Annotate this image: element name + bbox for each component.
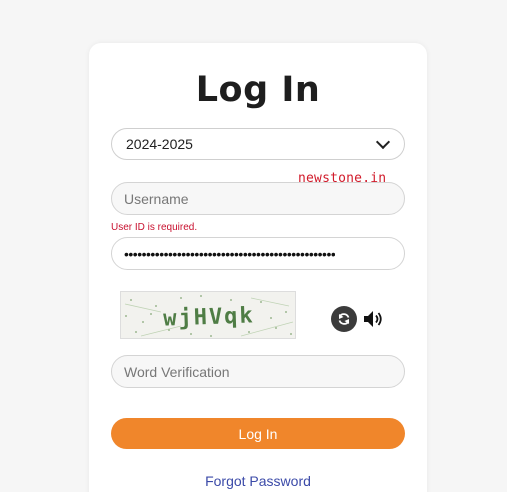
chevron-down-icon xyxy=(375,134,391,150)
password-value: ••••••••••••••••••••••••••••••••••••••••… xyxy=(124,245,336,262)
username-error: User ID is required. xyxy=(111,222,198,233)
username-input[interactable]: Username xyxy=(111,182,405,215)
captcha-image: wjHVqk xyxy=(120,291,296,339)
page-title: Log In xyxy=(195,70,321,110)
login-button[interactable]: Log In xyxy=(111,418,405,449)
refresh-captcha-button[interactable] xyxy=(331,306,357,332)
speaker-icon xyxy=(364,311,382,327)
session-select-value: 2024-2025 xyxy=(126,136,193,152)
password-input[interactable]: ••••••••••••••••••••••••••••••••••••••••… xyxy=(111,237,405,270)
username-placeholder: Username xyxy=(124,190,189,207)
forgot-password-link[interactable]: Forgot Password xyxy=(89,473,427,489)
login-card: Log In 2024-2025 newstone.in Username Us… xyxy=(89,43,427,492)
refresh-icon xyxy=(338,313,350,325)
captcha-text: wjHVqk xyxy=(163,303,255,331)
word-verification-input[interactable]: Word Verification xyxy=(111,355,405,388)
session-select[interactable]: 2024-2025 xyxy=(111,128,405,160)
audio-captcha-button[interactable] xyxy=(361,307,385,331)
word-verification-placeholder: Word Verification xyxy=(124,363,230,380)
login-page: Log In 2024-2025 newstone.in Username Us… xyxy=(0,0,507,492)
